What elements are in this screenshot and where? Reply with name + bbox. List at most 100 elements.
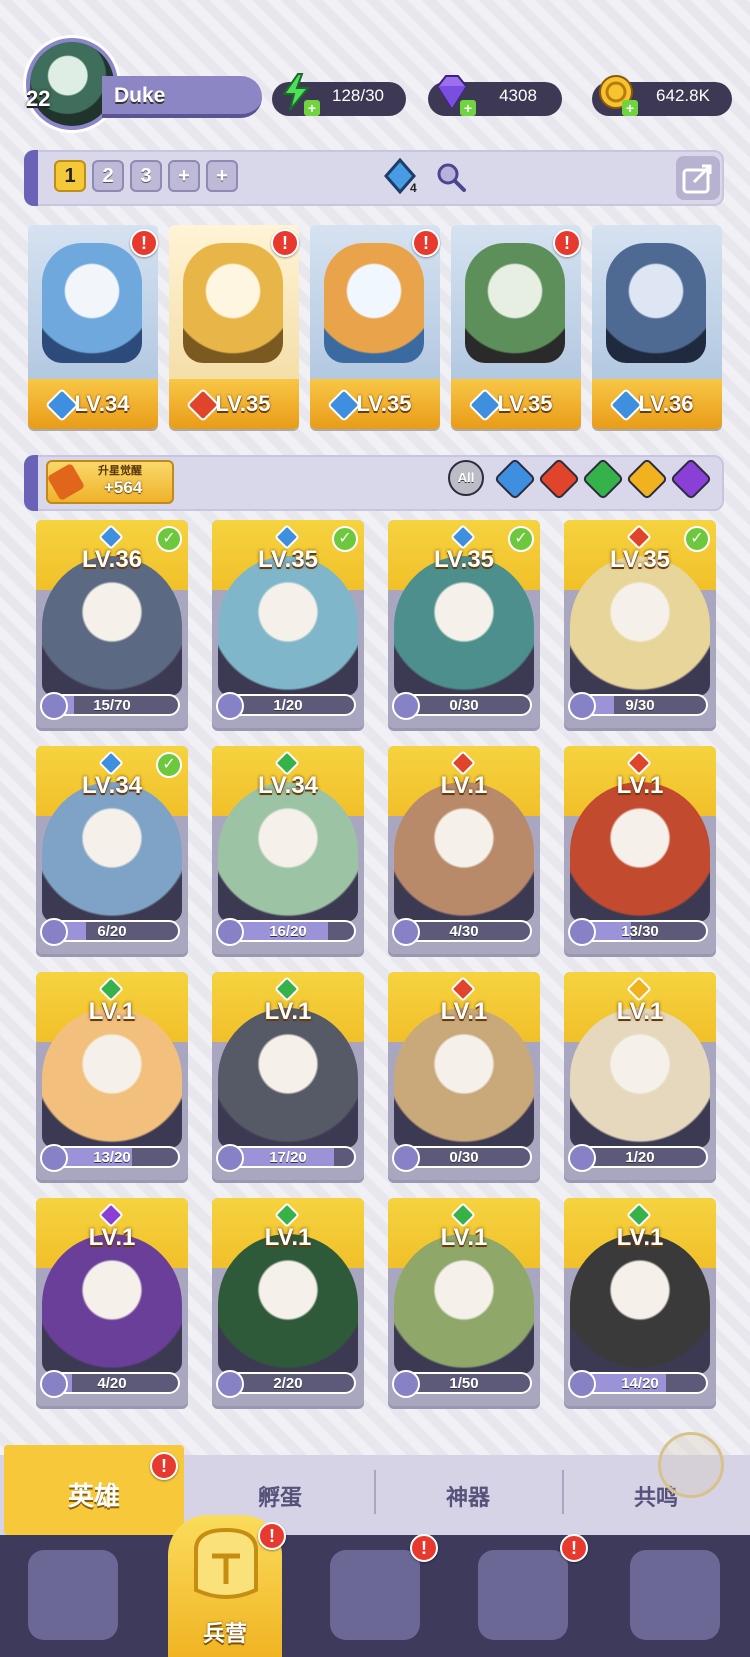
gem-add-icon[interactable]: + xyxy=(460,100,476,116)
shard-icon xyxy=(216,1144,244,1172)
hero-portrait xyxy=(570,1234,710,1374)
hero-level: LV.1 xyxy=(616,998,664,1025)
hero-level: LV.1 xyxy=(616,772,664,799)
nav-barracks-label: 兵营 xyxy=(202,1621,247,1646)
hero-level: LV.1 xyxy=(264,1224,312,1251)
hero-portrait xyxy=(570,1008,710,1148)
alert-icon: ! xyxy=(150,1452,178,1480)
shard-icon xyxy=(392,1144,420,1172)
hero-card[interactable]: LV.35 ✓ 1/20 xyxy=(212,520,364,728)
shard-icon xyxy=(40,692,68,720)
filter-all-button[interactable]: All xyxy=(448,460,484,496)
hero-level: LV.1 xyxy=(88,998,136,1025)
check-icon: ✓ xyxy=(156,752,182,778)
hero-portrait xyxy=(570,556,710,696)
team-slot-add-1[interactable]: + xyxy=(168,160,200,192)
hero-portrait xyxy=(606,243,706,363)
tab-resonance[interactable]: 共鸣 xyxy=(566,1480,746,1512)
hero-portrait xyxy=(42,1234,182,1374)
tab-artifacts[interactable]: 神器 xyxy=(378,1480,558,1512)
hero-level: LV.1 xyxy=(440,772,488,799)
hero-card[interactable]: LV.1 4/30 xyxy=(388,746,540,954)
hero-card[interactable]: LV.36 ✓ 15/70 xyxy=(36,520,188,728)
shard-icon xyxy=(216,1370,244,1398)
alert-icon: ! xyxy=(560,1534,588,1562)
hero-card[interactable]: LV.1 0/30 xyxy=(388,972,540,1180)
shard-icon xyxy=(40,1370,68,1398)
shard-icon xyxy=(392,1370,420,1398)
nav-cards-icon[interactable] xyxy=(28,1550,118,1640)
team-bar-accent xyxy=(24,150,38,206)
check-icon: ✓ xyxy=(332,526,358,552)
hero-card[interactable]: LV.34 16/20 xyxy=(212,746,364,954)
share-button[interactable] xyxy=(676,156,720,200)
shard-icon xyxy=(568,1370,596,1398)
barracks-icon xyxy=(194,1527,258,1599)
team-hero-card[interactable]: LV.36 xyxy=(592,225,722,429)
shard-icon xyxy=(392,692,420,720)
team-gem-icon[interactable]: 4 xyxy=(380,156,420,196)
team-slot-1[interactable]: 1 xyxy=(54,160,86,192)
team-slot-2[interactable]: 2 xyxy=(92,160,124,192)
coin-value: 642.8K xyxy=(656,86,710,105)
check-icon: ✓ xyxy=(156,526,182,552)
alert-icon: ! xyxy=(130,229,158,257)
hero-portrait xyxy=(183,243,283,363)
coin-add-icon[interactable]: + xyxy=(622,100,638,116)
team-slot-add-2[interactable]: + xyxy=(206,160,238,192)
nav-temple-icon[interactable] xyxy=(478,1550,568,1640)
shard-icon xyxy=(40,1144,68,1172)
share-icon xyxy=(682,164,712,194)
hero-card[interactable]: LV.1 13/20 xyxy=(36,972,188,1180)
hero-portrait xyxy=(324,243,424,363)
alert-icon: ! xyxy=(410,1534,438,1562)
hero-portrait xyxy=(218,1234,358,1374)
hero-portrait xyxy=(42,782,182,922)
shard-icon xyxy=(568,918,596,946)
hero-level: LV.34 xyxy=(257,772,319,799)
floating-action-button[interactable] xyxy=(658,1432,724,1498)
hero-card[interactable]: LV.1 13/30 xyxy=(564,746,716,954)
team-gem-count: 4 xyxy=(410,181,417,195)
hero-card[interactable]: LV.35 ✓ 9/30 xyxy=(564,520,716,728)
hero-card[interactable]: LV.1 1/20 xyxy=(564,972,716,1180)
shard-icon xyxy=(392,918,420,946)
alert-icon: ! xyxy=(412,229,440,257)
hero-portrait xyxy=(394,1008,534,1148)
hero-portrait xyxy=(42,1008,182,1148)
shard-icon xyxy=(216,692,244,720)
hero-portrait xyxy=(394,782,534,922)
team-bar xyxy=(24,150,724,206)
hero-card[interactable]: LV.1 17/20 xyxy=(212,972,364,1180)
alert-icon: ! xyxy=(271,229,299,257)
hero-portrait xyxy=(465,243,565,363)
hero-level: LV.1 xyxy=(264,998,312,1025)
hero-card[interactable]: LV.1 14/20 xyxy=(564,1198,716,1406)
check-icon: ✓ xyxy=(684,526,710,552)
hero-card[interactable]: LV.34 ✓ 6/20 xyxy=(36,746,188,954)
hero-portrait xyxy=(394,1234,534,1374)
hero-portrait xyxy=(42,243,142,363)
shard-icon xyxy=(216,918,244,946)
hero-card[interactable]: LV.35 ✓ 0/30 xyxy=(388,520,540,728)
hero-card[interactable]: LV.1 1/50 xyxy=(388,1198,540,1406)
tab-divider xyxy=(562,1470,564,1514)
hero-card[interactable]: LV.1 2/20 xyxy=(212,1198,364,1406)
hero-portrait xyxy=(218,556,358,696)
search-icon[interactable] xyxy=(434,160,468,194)
tab-hatch[interactable]: 孵蛋 xyxy=(190,1480,370,1512)
tab-heroes-label: 英雄 xyxy=(67,1481,120,1511)
alert-icon: ! xyxy=(553,229,581,257)
hero-portrait xyxy=(218,1008,358,1148)
player-level: 22 xyxy=(26,86,51,111)
energy-value: 128/30 xyxy=(332,86,384,105)
alert-icon: ! xyxy=(258,1522,286,1550)
nav-map-icon[interactable] xyxy=(330,1550,420,1640)
hero-portrait xyxy=(570,782,710,922)
team-slot-3[interactable]: 3 xyxy=(130,160,162,192)
awaken-title: 升星觉醒 xyxy=(98,465,142,477)
hero-card[interactable]: LV.1 4/20 xyxy=(36,1198,188,1406)
filter-bar-accent xyxy=(24,455,38,511)
shard-icon xyxy=(40,918,68,946)
nav-shop-icon[interactable] xyxy=(630,1550,720,1640)
